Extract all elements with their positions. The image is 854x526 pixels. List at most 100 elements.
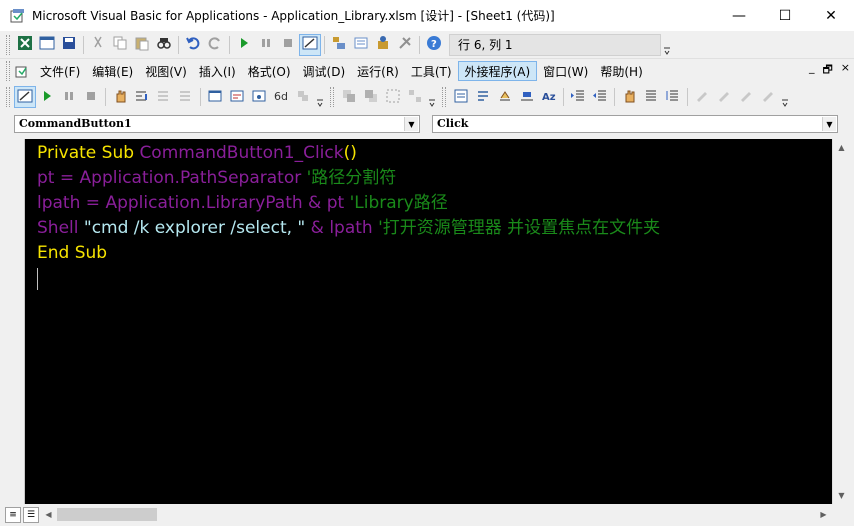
design-mode-button-2[interactable]	[14, 86, 36, 108]
redo-button[interactable]	[204, 34, 226, 56]
step-over-button[interactable]	[153, 86, 175, 108]
menu-file[interactable]: 文件(F)	[34, 61, 86, 81]
toggle-bookmark-button[interactable]	[691, 86, 713, 108]
save-button[interactable]	[58, 34, 80, 56]
view-excel-button[interactable]	[14, 34, 36, 56]
separator	[178, 35, 179, 54]
toolbox-button[interactable]	[394, 34, 416, 56]
full-module-view-button[interactable]: ☰	[23, 507, 39, 523]
toolbar-grip[interactable]	[6, 34, 10, 55]
menu-tools[interactable]: 工具(T)	[405, 61, 458, 81]
mdi-minimize-button[interactable]: _	[809, 61, 815, 80]
procedure-view-button[interactable]: ≡	[5, 507, 21, 523]
complete-word-button[interactable]: Az	[538, 86, 560, 108]
mdi-close-button[interactable]: ×	[841, 61, 850, 80]
margin-indicator-bar[interactable]	[5, 139, 25, 504]
toggle-breakpoint-button[interactable]	[109, 86, 131, 108]
group-button[interactable]	[382, 86, 404, 108]
bring-front-button[interactable]	[338, 86, 360, 108]
toolbar-grip[interactable]	[442, 87, 446, 107]
cut-button[interactable]	[87, 34, 109, 56]
toolbar-options-button[interactable]	[663, 34, 671, 56]
list-constants-button[interactable]	[472, 86, 494, 108]
next-bookmark-button[interactable]	[713, 86, 735, 108]
scroll-left-button[interactable]: ◀	[40, 506, 57, 523]
clear-bookmarks-button[interactable]	[757, 86, 779, 108]
undo-button[interactable]	[182, 34, 204, 56]
minimize-icon: —	[732, 7, 746, 24]
help-button[interactable]: ?	[423, 34, 445, 56]
toolbar-grip[interactable]	[330, 87, 334, 107]
vertical-scrollbar[interactable]: ▲ ▼	[832, 139, 849, 504]
object-browser-button[interactable]	[372, 34, 394, 56]
project-explorer-button[interactable]	[328, 34, 350, 56]
toolbar-options-button-3[interactable]	[428, 86, 436, 108]
insert-userform-button[interactable]	[36, 34, 58, 56]
parameter-info-button[interactable]	[516, 86, 538, 108]
reset-button[interactable]	[277, 34, 299, 56]
design-mode-button[interactable]	[299, 33, 321, 56]
step-into-button[interactable]	[131, 86, 153, 108]
uncomment-block-button[interactable]	[662, 86, 684, 108]
chevron-down-icon[interactable]: ▼	[404, 117, 418, 131]
watch-window-button[interactable]	[248, 86, 270, 108]
separator	[419, 35, 420, 54]
menu-window[interactable]: 窗口(W)	[537, 61, 594, 81]
toolbar-options-button-2[interactable]	[316, 86, 324, 108]
menu-addins[interactable]: 外接程序(A)	[457, 61, 538, 81]
quick-info-button[interactable]	[494, 86, 516, 108]
scroll-up-button[interactable]: ▲	[833, 139, 850, 156]
paste-button[interactable]	[131, 34, 153, 56]
menu-view[interactable]: 视图(V)	[139, 61, 193, 81]
find-button[interactable]	[153, 34, 175, 56]
break-button-2[interactable]	[58, 86, 80, 108]
close-button[interactable]: ✕	[808, 0, 854, 31]
window-title: Microsoft Visual Basic for Applications …	[32, 9, 555, 23]
code-combos: CommandButton1 ▼ Click ▼	[0, 111, 854, 139]
horizontal-scroll-thumb[interactable]	[57, 508, 157, 521]
scroll-right-button[interactable]: ▶	[815, 506, 832, 523]
outdent-icon	[592, 88, 608, 107]
menu-edit[interactable]: 编辑(E)	[86, 61, 139, 81]
run-button-2[interactable]	[36, 86, 58, 108]
step-out-button[interactable]	[175, 86, 197, 108]
mdi-restore-button[interactable]: 🗗	[822, 61, 832, 80]
locals-window-button[interactable]	[204, 86, 226, 108]
menubar-grip[interactable]	[6, 61, 10, 81]
toggle-breakpoint-button-2[interactable]	[618, 86, 640, 108]
immediate-window-button[interactable]	[226, 86, 248, 108]
break-button[interactable]	[255, 34, 277, 56]
menu-run[interactable]: 运行(R)	[351, 61, 405, 81]
menu-insert[interactable]: 插入(I)	[193, 61, 242, 81]
ungroup-button[interactable]	[404, 86, 426, 108]
properties-button[interactable]	[350, 34, 372, 56]
outdent-button[interactable]	[589, 86, 611, 108]
list-properties-button[interactable]	[450, 86, 472, 108]
chevron-down-icon[interactable]: ▼	[822, 117, 836, 131]
horizontal-scrollbar[interactable]: ◀ ▶	[40, 506, 832, 523]
menu-help[interactable]: 帮助(H)	[594, 61, 648, 81]
reset-button-2[interactable]	[80, 86, 102, 108]
toolbar-options-button-4[interactable]	[781, 86, 789, 108]
toolbar-grip[interactable]	[6, 87, 10, 107]
procedure-dropdown[interactable]: Click ▼	[432, 115, 838, 133]
maximize-button[interactable]: ☐	[762, 0, 808, 31]
copy-icon	[112, 35, 128, 54]
scroll-down-button[interactable]: ▼	[833, 487, 850, 504]
comment-block-button[interactable]	[640, 86, 662, 108]
code-editor[interactable]: Private Sub CommandButton1_Click() pt = …	[25, 139, 832, 504]
menu-format[interactable]: 格式(O)	[242, 61, 297, 81]
copy-button[interactable]	[109, 34, 131, 56]
run-button[interactable]	[233, 34, 255, 56]
scroll-thumb[interactable]	[835, 156, 847, 486]
send-back-button[interactable]	[360, 86, 382, 108]
minimize-button[interactable]: —	[716, 0, 762, 31]
quick-watch-button[interactable]: 6d	[270, 86, 292, 108]
object-dropdown[interactable]: CommandButton1 ▼	[14, 115, 420, 133]
menu-debug[interactable]: 调试(D)	[297, 61, 352, 81]
call-stack-icon	[295, 88, 311, 107]
properties-icon	[353, 35, 369, 54]
previous-bookmark-button[interactable]	[735, 86, 757, 108]
call-stack-button[interactable]	[292, 86, 314, 108]
indent-button[interactable]	[567, 86, 589, 108]
